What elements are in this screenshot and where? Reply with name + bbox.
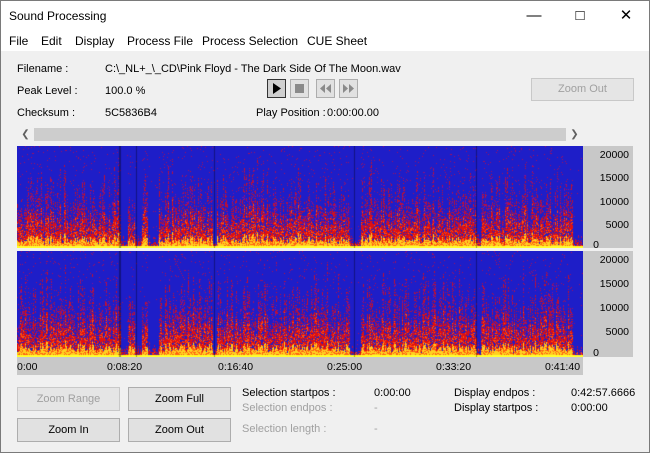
selection-startpos-label: Selection startpos : [242,387,336,399]
time-tick: 0:16:40 [218,361,254,373]
menu-display[interactable]: Display [75,34,114,48]
peak-level-value: 100.0 % [105,85,146,97]
minimize-icon[interactable]: — [511,1,557,31]
menu-file[interactable]: File [9,34,28,48]
filename-label: Filename : [17,63,69,75]
display-endpos-value: 0:42:57.6666 [571,387,636,399]
zoom-out-top-button[interactable]: Zoom Out [531,78,634,101]
time-tick: 0:41:40 [545,361,581,373]
menu-bar: File Edit Display Process File Process S… [1,31,649,51]
zoom-range-button[interactable]: Zoom Range [17,387,120,411]
play-position-label: Play Position : [256,107,326,119]
zoom-full-button[interactable]: Zoom Full [128,387,231,411]
freq-tick: 20000 [599,149,629,161]
selection-endpos-label: Selection endpos : [242,402,333,414]
checksum-label: Checksum : [17,107,76,119]
stop-button[interactable] [290,79,309,98]
display-startpos-label: Display startpos : [454,402,539,414]
freq-tick: 0 [593,347,599,359]
display-endpos-label: Display endpos : [454,387,536,399]
checksum-value: 5C5836B4 [105,107,157,119]
spectrogram-channel-2[interactable] [17,251,583,357]
selection-startpos-value: 0:00:00 [374,387,411,399]
window-title: Sound Processing [9,9,107,23]
selection-length-label: Selection length : [242,423,327,435]
rewind-button[interactable] [316,79,335,98]
freq-tick: 20000 [599,254,629,266]
selection-endpos-value: - [374,402,378,414]
play-button[interactable] [267,79,286,98]
fast-forward-button[interactable] [339,79,358,98]
menu-process-file[interactable]: Process File [127,34,193,48]
menu-cue-sheet[interactable]: CUE Sheet [307,34,367,48]
sound-processing-window: Sound Processing — □ ✕ File Edit Display… [0,0,650,453]
time-tick: 0:25:00 [327,361,363,373]
frequency-axis-2: 20000 15000 10000 5000 0 [583,251,633,359]
fast-forward-icon [343,84,354,93]
chevron-left-icon[interactable]: ❮ [17,127,34,142]
freq-tick: 5000 [605,219,629,231]
freq-tick: 10000 [599,302,629,314]
menu-edit[interactable]: Edit [41,34,62,48]
time-tick: 0:00 [17,361,38,373]
play-position-value: 0:00:00.00 [327,107,379,119]
zoom-out-button[interactable]: Zoom Out [128,418,231,442]
close-icon[interactable]: ✕ [603,1,649,31]
display-startpos-value: 0:00:00 [571,402,608,414]
spectrogram-image [17,251,583,357]
spectrogram-channel-1[interactable] [17,146,583,248]
time-axis: 0:00 0:08:20 0:16:40 0:25:00 0:33:20 0:4… [17,357,583,375]
stop-icon [295,84,304,93]
menu-process-selection[interactable]: Process Selection [202,34,298,48]
maximize-icon[interactable]: □ [557,1,603,31]
freq-tick: 10000 [599,196,629,208]
play-icon [273,83,281,94]
freq-tick: 15000 [599,278,629,290]
horizontal-scrollbar[interactable]: ❮ ❯ [17,126,583,143]
scrollbar-thumb[interactable] [34,128,566,141]
rewind-icon [320,84,331,93]
filename-value: C:\_NL+_\_CD\Pink Floyd - The Dark Side … [105,63,401,75]
time-tick: 0:33:20 [436,361,472,373]
peak-level-label: Peak Level : [17,85,78,97]
freq-tick: 15000 [599,172,629,184]
freq-tick: 0 [593,239,599,251]
freq-tick: 5000 [605,326,629,338]
chevron-right-icon[interactable]: ❯ [566,127,583,142]
zoom-in-button[interactable]: Zoom In [17,418,120,442]
time-tick: 0:08:20 [107,361,143,373]
frequency-axis-1: 20000 15000 10000 5000 0 [583,146,633,251]
title-bar: Sound Processing — □ ✕ [1,1,649,31]
selection-length-value: - [374,423,378,435]
spectrogram-image [17,146,583,248]
